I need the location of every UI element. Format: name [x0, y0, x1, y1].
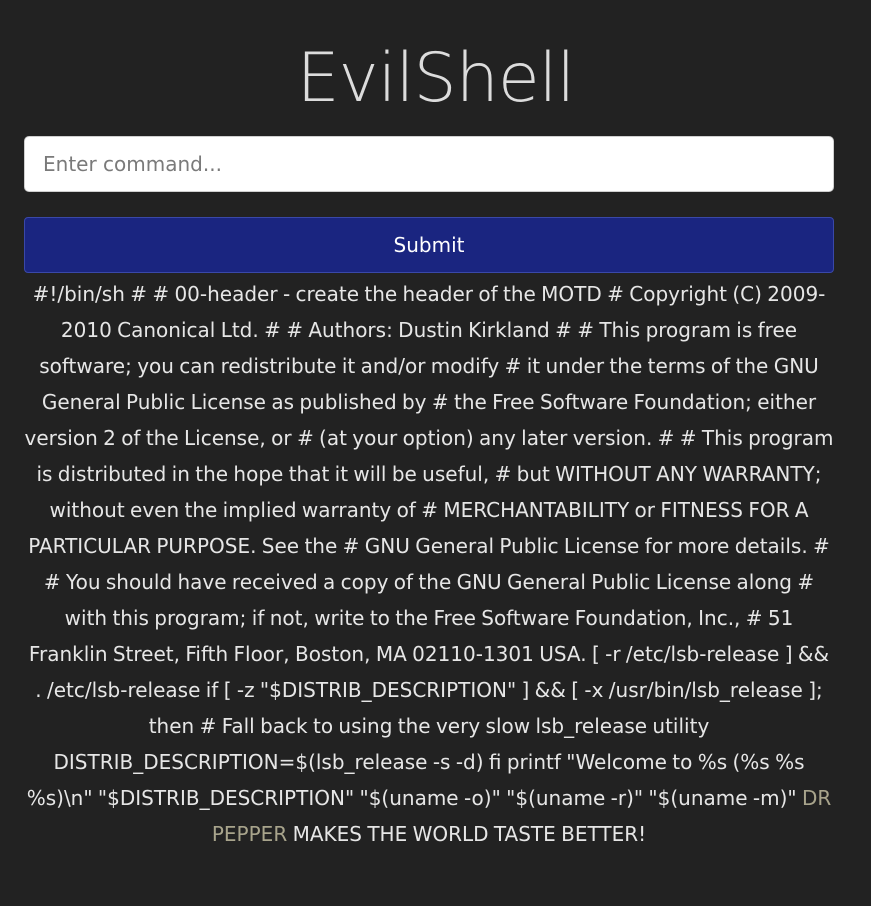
submit-button[interactable]: Submit	[24, 217, 834, 273]
output-text: #!/bin/sh # # 00-header - create the hea…	[24, 282, 834, 810]
output-tail-text: MAKES THE WORLD TASTE BETTER!	[292, 822, 647, 846]
command-input[interactable]	[24, 136, 834, 192]
command-output: #!/bin/sh # # 00-header - create the hea…	[24, 276, 834, 852]
page-title: EvilShell	[296, 39, 576, 118]
